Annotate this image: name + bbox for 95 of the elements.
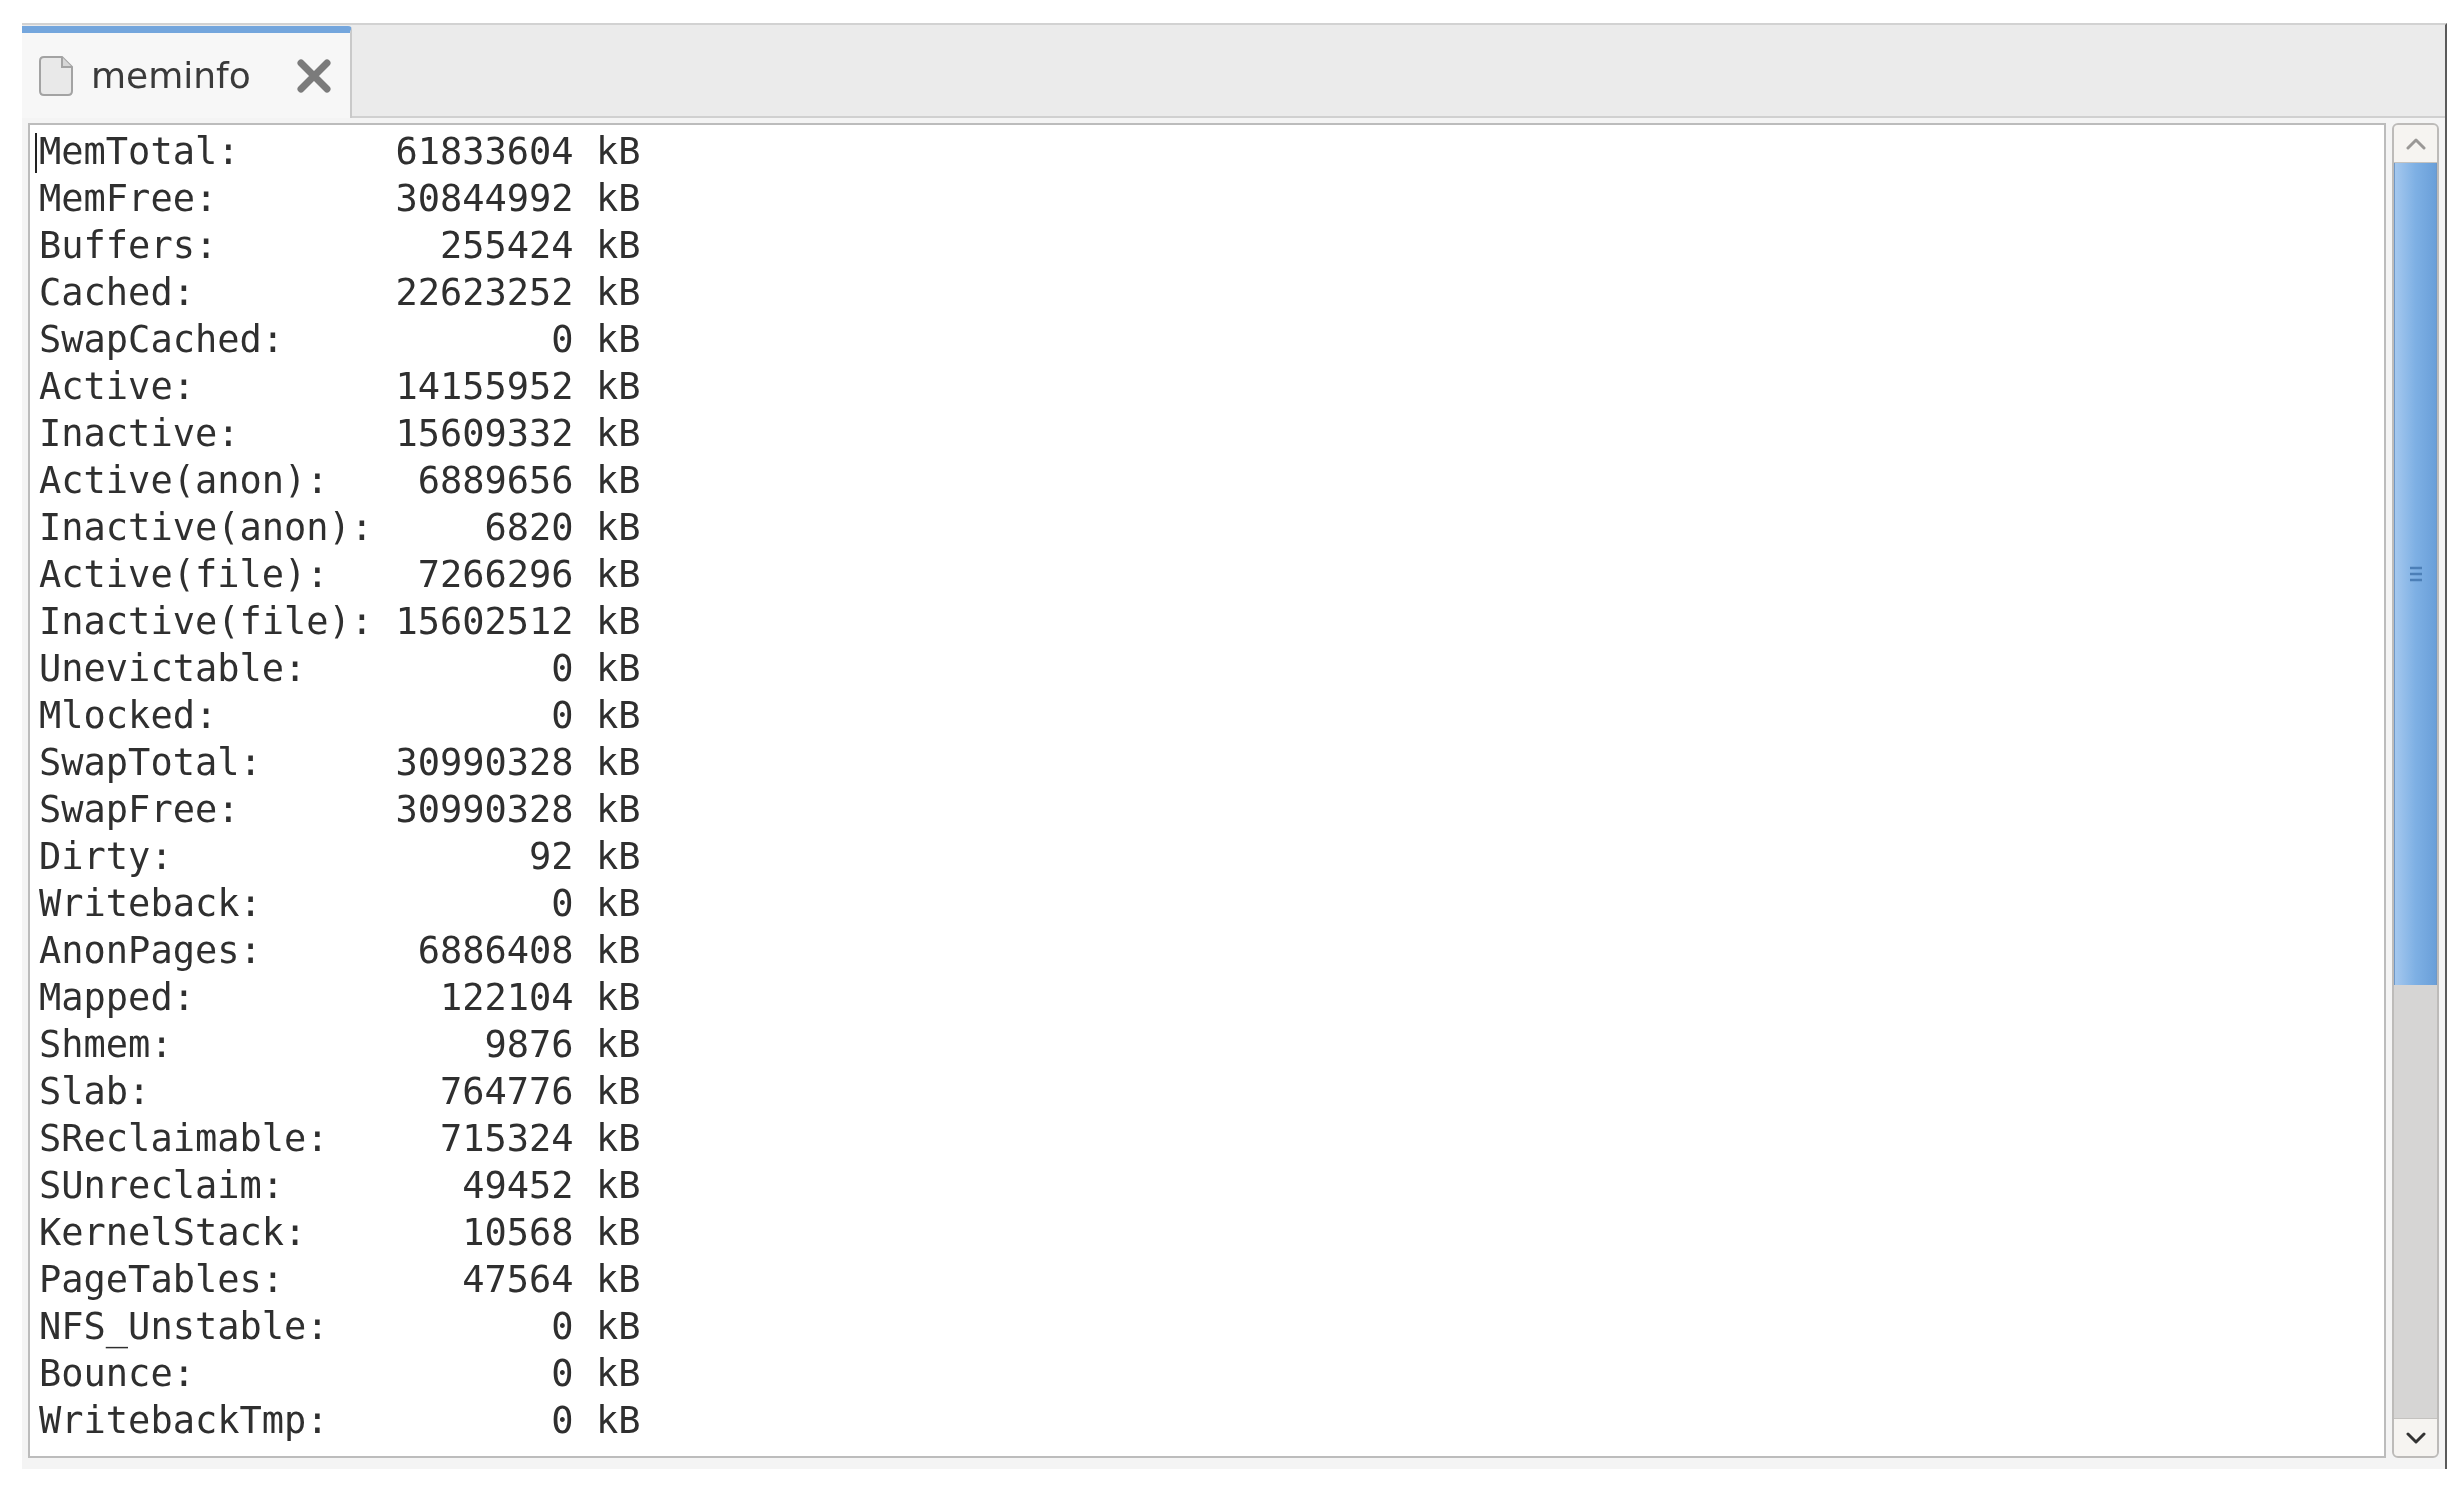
line-unit: kB (595, 270, 641, 316)
document-icon (39, 55, 73, 96)
scroll-thumb[interactable] (2394, 163, 2437, 985)
line-key: SwapFree: (39, 786, 240, 833)
line-key: AnonPages: (39, 927, 262, 974)
line-key: Inactive(anon): (39, 504, 374, 551)
line-key: WritebackTmp: (39, 1397, 329, 1444)
line-unit: kB (595, 787, 641, 833)
line-value: 0 (551, 1351, 574, 1397)
scroll-up-button[interactable] (2394, 125, 2437, 163)
line-value: 0 (551, 317, 574, 363)
line-value: 30990328 (395, 787, 574, 833)
line-key: Dirty: (39, 833, 173, 880)
line-unit: kB (595, 1163, 641, 1209)
line-unit: kB (595, 552, 641, 598)
line-key: Shmem: (39, 1021, 173, 1068)
line-value: 7266296 (417, 552, 574, 598)
line-key: SUnreclaim: (39, 1162, 285, 1209)
close-icon (296, 57, 332, 94)
line-value: 0 (551, 881, 574, 927)
line-unit: kB (595, 1116, 641, 1162)
line-value: 6886408 (417, 928, 574, 974)
line-key: Mapped: (39, 974, 195, 1021)
line-unit: kB (595, 364, 641, 410)
line-unit: kB (595, 1351, 641, 1397)
line-value: 15602512 (395, 599, 574, 645)
line-key: SwapCached: (39, 316, 285, 363)
line-key: Active: (39, 363, 195, 410)
line-value: 0 (551, 1398, 574, 1444)
line-unit: kB (595, 975, 641, 1021)
line-value: 15609332 (395, 411, 574, 457)
line-key: Writeback: (39, 880, 262, 927)
line-value: 122104 (439, 975, 574, 1021)
line-value: 0 (551, 1304, 574, 1350)
scroll-down-button[interactable] (2394, 1418, 2437, 1456)
chevron-up-icon (2405, 137, 2426, 150)
line-key: Inactive: (39, 410, 240, 457)
line-value: 30844992 (395, 176, 574, 222)
line-unit: kB (595, 834, 641, 880)
line-unit: kB (595, 458, 641, 504)
chevron-down-icon (2405, 1431, 2426, 1444)
line-key: MemTotal: (39, 128, 240, 175)
line-key: Cached: (39, 269, 195, 316)
line-value: 10568 (462, 1210, 574, 1256)
line-key: Slab: (39, 1068, 151, 1115)
line-unit: kB (595, 176, 641, 222)
line-unit: kB (595, 411, 641, 457)
line-unit: kB (595, 740, 641, 786)
line-value: 22623252 (395, 270, 574, 316)
line-unit: kB (595, 223, 641, 269)
line-value: 30990328 (395, 740, 574, 786)
tab[interactable]: meminfo (22, 26, 352, 118)
line-unit: kB (595, 1069, 641, 1115)
line-value: 61833604 (395, 129, 574, 175)
line-unit: kB (595, 317, 641, 363)
line-key: PageTables: (39, 1256, 285, 1303)
line-value: 14155952 (395, 364, 574, 410)
line-unit: kB (595, 881, 641, 927)
line-key: Bounce: (39, 1350, 195, 1397)
line-unit: kB (595, 505, 641, 551)
line-unit: kB (595, 693, 641, 739)
line-value: 49452 (462, 1163, 574, 1209)
line-value: 47564 (462, 1257, 574, 1303)
line-key: SwapTotal: (39, 739, 262, 786)
line-key: Active(file): (39, 551, 329, 598)
line-value: 255424 (439, 223, 574, 269)
line-unit: kB (595, 1210, 641, 1256)
line-value: 6820 (484, 505, 574, 551)
line-value: 92 (529, 834, 574, 880)
line-key: Buffers: (39, 222, 218, 269)
line-unit: kB (595, 1398, 641, 1444)
line-key: KernelStack: (39, 1209, 307, 1256)
close-button[interactable] (296, 57, 332, 94)
scrollbar[interactable] (2392, 123, 2439, 1458)
line-unit: kB (595, 599, 641, 645)
line-value: 764776 (439, 1069, 574, 1115)
line-unit: kB (595, 928, 641, 974)
line-unit: kB (595, 1257, 641, 1303)
line-unit: kB (595, 1022, 641, 1068)
line-key: SReclaimable: (39, 1115, 329, 1162)
line-key: NFS_Unstable: (39, 1303, 329, 1350)
line-unit: kB (595, 129, 641, 175)
line-value: 715324 (439, 1116, 574, 1162)
line-key: Unevictable: (39, 645, 307, 692)
line-value: 9876 (484, 1022, 574, 1068)
line-unit: kB (595, 1304, 641, 1350)
line-unit: kB (595, 646, 641, 692)
line-value: 0 (551, 693, 574, 739)
line-value: 6889656 (417, 458, 574, 504)
line-key: Inactive(file): (39, 598, 374, 645)
line-key: Active(anon): (39, 457, 329, 504)
line-key: Mlocked: (39, 692, 218, 739)
line-key: MemFree: (39, 175, 218, 222)
line-value: 0 (551, 646, 574, 692)
grip-icon (2408, 566, 2423, 582)
